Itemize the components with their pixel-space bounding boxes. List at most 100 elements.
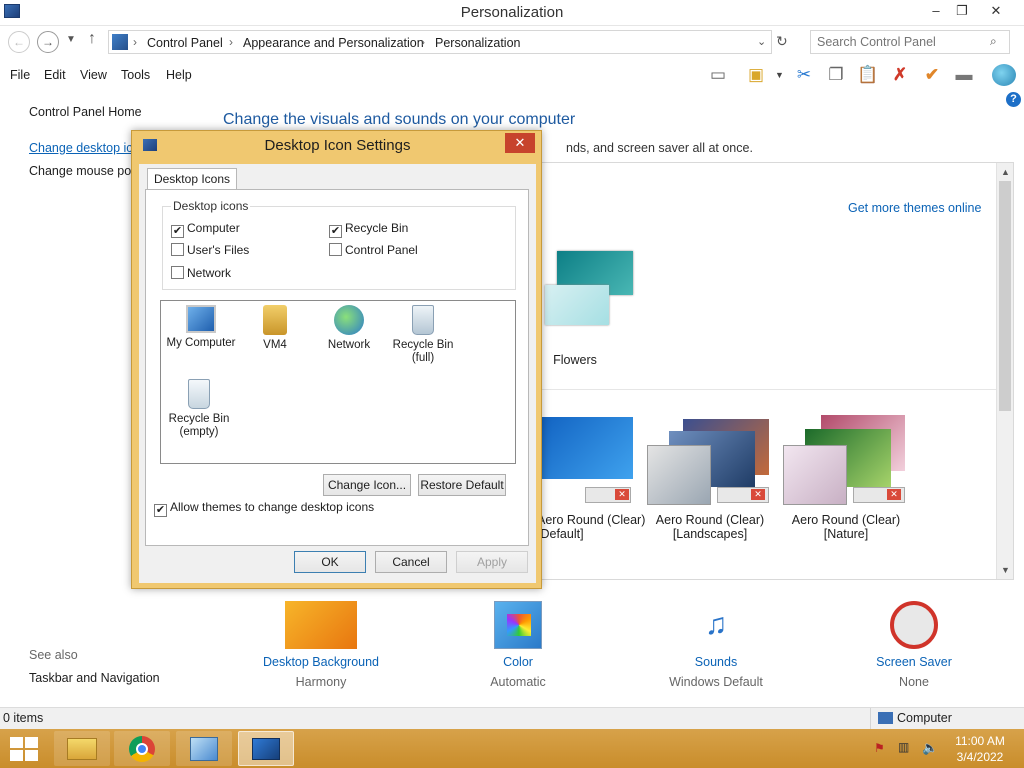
back-icon[interactable]: ← <box>8 31 30 53</box>
action-center-icon[interactable]: ⚑ <box>874 741 885 755</box>
computer-icon <box>186 305 216 333</box>
taskbar: ⚑ ▥ 🔈 11:00 AM 3/4/2022 <box>0 729 1024 768</box>
theme-label: Aero Round (Clear) [Default] <box>537 513 646 541</box>
theme-aero-nature[interactable]: ✕ <box>783 411 911 511</box>
navigation-bar: ← → ▼ ↑ › Control Panel › Appearance and… <box>0 28 1024 56</box>
menu-bar: File Edit View Tools Help ▭ ▣ ▼ ✂ ❐ 📋 ✗ … <box>0 62 1024 107</box>
address-dropdown-icon[interactable]: ⌄ <box>757 35 766 48</box>
menu-edit[interactable]: Edit <box>44 68 66 82</box>
title-bar: Personalization – ❐ ✕ <box>0 0 1024 26</box>
personalization-taskbar-button[interactable] <box>238 731 294 766</box>
menu-view[interactable]: View <box>80 68 107 82</box>
ok-button[interactable]: OK <box>294 551 366 573</box>
vm4-item[interactable]: VM4 <box>237 305 313 352</box>
menu-tools[interactable]: Tools <box>121 68 150 82</box>
recycle-bin-checkbox[interactable]: ✔ Recycle Bin <box>329 221 408 238</box>
desktop-background-option[interactable]: Desktop Background Harmony <box>246 601 396 689</box>
color-option[interactable]: Color Automatic <box>443 601 593 689</box>
theme-thumbnail <box>541 417 633 479</box>
recent-pages-chevron-icon[interactable]: ▼ <box>66 34 76 45</box>
change-icon-button[interactable]: Change Icon... <box>323 474 411 496</box>
recycle-bin-empty-item[interactable]: Recycle Bin (empty) <box>161 379 237 439</box>
minimize-button[interactable]: – <box>922 0 950 22</box>
computer-icon <box>878 712 893 724</box>
breadcrumb-separator-icon: › <box>229 35 233 49</box>
close-icon: ✕ <box>887 489 901 500</box>
up-arrow-icon[interactable]: ↑ <box>88 30 96 48</box>
chrome-taskbar-button[interactable] <box>114 731 170 766</box>
divider <box>870 708 871 730</box>
sounds-label: Sounds <box>694 655 738 669</box>
forward-icon[interactable]: → <box>37 31 59 53</box>
taskbar-navigation-link[interactable]: Taskbar and Navigation <box>29 671 160 685</box>
refresh-icon[interactable]: ↻ <box>776 33 788 50</box>
menu-file[interactable]: File <box>10 68 30 82</box>
breadcrumb-appearance[interactable]: Appearance and Personalization <box>243 36 424 50</box>
network-item[interactable]: Network <box>311 305 387 352</box>
search-input[interactable] <box>810 30 1010 54</box>
tab-desktop-icons[interactable]: Desktop Icons <box>147 168 237 190</box>
theme-flowers[interactable] <box>545 249 635 349</box>
menu-help[interactable]: Help <box>166 68 192 82</box>
delete-icon[interactable]: ✗ <box>888 64 912 86</box>
volume-icon[interactable]: 🔈 <box>922 740 938 756</box>
scroll-down-icon[interactable]: ▼ <box>1001 565 1010 575</box>
restore-default-button[interactable]: Restore Default <box>418 474 506 496</box>
theme-thumbnail <box>647 445 711 505</box>
breadcrumb-personalization[interactable]: Personalization <box>435 36 520 50</box>
properties-icon[interactable]: ▬ <box>952 64 976 86</box>
allow-themes-checkbox[interactable]: ✔ Allow themes to change desktop icons <box>154 500 374 517</box>
address-bar[interactable]: › Control Panel › Appearance and Persona… <box>108 30 772 54</box>
dialog-close-button[interactable]: ✕ <box>505 133 535 153</box>
scroll-up-icon[interactable]: ▲ <box>1001 167 1010 177</box>
search-icon[interactable]: ⌕ <box>990 34 997 49</box>
control-panel-checkbox[interactable]: Control Panel <box>329 243 418 257</box>
breadcrumb-control-panel[interactable]: Control Panel <box>147 36 223 50</box>
get-more-themes-link[interactable]: Get more themes online <box>848 201 981 215</box>
clock[interactable]: 11:00 AM 3/4/2022 <box>950 733 1010 765</box>
vertical-scrollbar[interactable]: ▲ ▼ <box>996 163 1013 579</box>
theme-aero-landscapes[interactable]: ✕ <box>647 411 775 511</box>
color-value: Automatic <box>490 675 546 689</box>
copy-icon[interactable]: ❐ <box>824 64 848 86</box>
screen-saver-icon <box>890 601 938 649</box>
sounds-option[interactable]: ♫ Sounds Windows Default <box>641 601 791 689</box>
screen-saver-option[interactable]: Screen Saver None <box>839 601 989 689</box>
users-files-checkbox[interactable]: User's Files <box>171 243 249 257</box>
computer-checkbox[interactable]: ✔ Computer <box>171 221 240 238</box>
control-panel-taskbar-button[interactable] <box>176 731 232 766</box>
checkmark-icon[interactable]: ✔ <box>920 64 944 86</box>
check-folder-icon[interactable]: ▣ <box>744 64 768 86</box>
start-button[interactable] <box>10 737 38 761</box>
network-icon[interactable]: ▥ <box>898 740 909 754</box>
tab-panel: Desktop icons ✔ Computer ✔ Recycle Bin Use… <box>145 189 529 546</box>
dialog-title: Desktop Icon Settings <box>264 137 411 154</box>
globe-icon[interactable] <box>992 64 1016 86</box>
apply-button[interactable]: Apply <box>456 551 528 573</box>
close-button[interactable]: ✕ <box>982 0 1010 22</box>
desktop-background-label: Desktop Background <box>262 655 380 669</box>
screen-saver-label: Screen Saver <box>876 655 952 669</box>
preview-pane-icon[interactable]: ▭ <box>706 64 730 86</box>
dropdown-chevron-icon[interactable]: ▼ <box>775 70 784 80</box>
desktop-icon-list[interactable]: My Computer VM4 Network Recycle Bin (ful… <box>160 300 516 464</box>
cancel-button[interactable]: Cancel <box>375 551 447 573</box>
page-description: nds, and screen saver all at once. <box>566 141 753 155</box>
status-bar: 0 items Computer <box>0 707 1024 730</box>
control-panel-home-link[interactable]: Control Panel Home <box>29 105 142 119</box>
recycle-bin-full-item[interactable]: Recycle Bin (full) <box>385 305 461 365</box>
theme-aero-default[interactable]: ✕ <box>541 417 633 507</box>
theme-label: Flowers <box>553 353 597 367</box>
file-explorer-taskbar-button[interactable] <box>54 731 110 766</box>
page-title: Change the visuals and sounds on your co… <box>223 111 576 128</box>
paste-icon[interactable]: 📋 <box>856 64 880 86</box>
theme-label: Aero Round (Clear) [Landscapes] <box>655 513 765 541</box>
help-icon[interactable]: ? <box>1006 92 1021 107</box>
cut-icon[interactable]: ✂ <box>792 64 816 86</box>
my-computer-item[interactable]: My Computer <box>163 305 239 350</box>
color-palette-icon <box>494 601 542 649</box>
maximize-button[interactable]: ❐ <box>948 0 976 22</box>
recycle-bin-empty-icon <box>188 379 210 409</box>
scrollbar-thumb[interactable] <box>999 181 1011 411</box>
network-checkbox[interactable]: Network <box>171 266 231 280</box>
